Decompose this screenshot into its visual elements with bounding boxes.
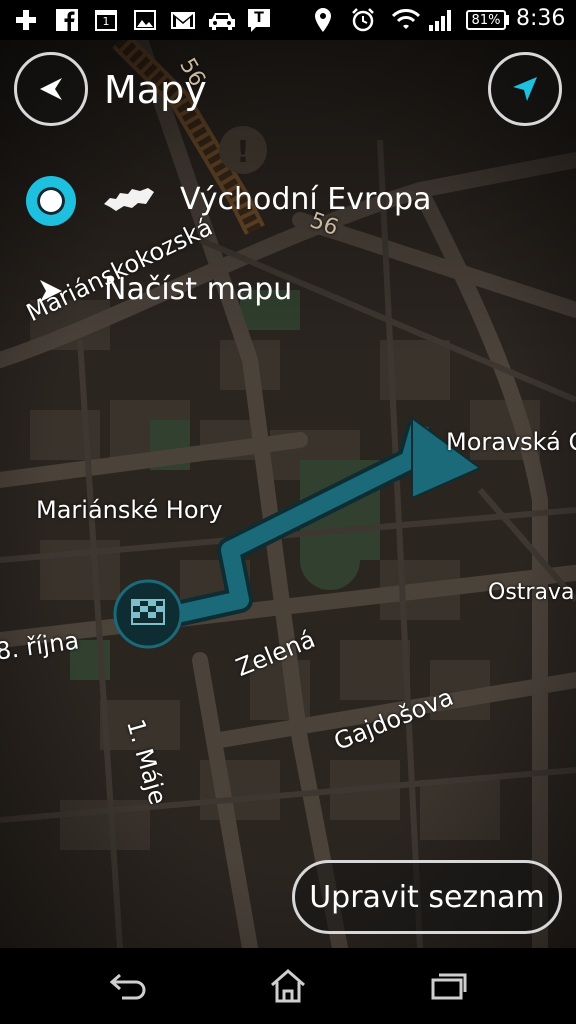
clock: 8:36 bbox=[516, 6, 566, 31]
battery-tip bbox=[506, 15, 509, 25]
tmobile-letter: T bbox=[254, 10, 264, 26]
chevron-right-icon bbox=[40, 280, 62, 302]
signal-icon bbox=[428, 8, 454, 32]
status-bar: 1 T 81% 8:36 bbox=[0, 0, 576, 40]
plus-icon bbox=[14, 8, 38, 32]
battery-level: 81% bbox=[471, 12, 501, 28]
alarm-icon bbox=[350, 8, 376, 32]
load-map-item[interactable]: Načíst mapu bbox=[104, 272, 292, 307]
page-title: Mapy bbox=[104, 68, 207, 112]
facebook-icon bbox=[55, 8, 79, 32]
battery-icon: 81% bbox=[466, 10, 506, 30]
navigation-bar bbox=[0, 948, 576, 1024]
location-icon bbox=[313, 8, 333, 32]
edit-list-label: Upravit seznam bbox=[309, 879, 545, 915]
gmail-icon bbox=[170, 8, 196, 32]
tmobile-icon: T bbox=[246, 8, 272, 32]
edit-list-button[interactable]: Upravit seznam bbox=[292, 860, 562, 934]
radio-dot bbox=[37, 187, 65, 215]
district-label-marianske-hory: Mariánské Hory bbox=[36, 496, 223, 524]
region-map-icon bbox=[104, 188, 154, 211]
home-icon[interactable] bbox=[258, 964, 318, 1008]
back-arrow-icon bbox=[40, 78, 62, 100]
calendar-icon: 1 bbox=[94, 8, 118, 32]
car-icon bbox=[206, 8, 238, 32]
map-canvas: ! bbox=[0, 40, 576, 948]
back-icon[interactable] bbox=[98, 964, 158, 1008]
screen: 1 T 81% 8:36 56 56 Mariánskokozská Mariá… bbox=[0, 0, 576, 1024]
calendar-day: 1 bbox=[102, 15, 110, 28]
map-view[interactable]: ! 56 56 bbox=[0, 40, 576, 948]
navigation-view-button[interactable] bbox=[488, 52, 562, 126]
district-label-moravska: Moravská O bbox=[446, 428, 576, 456]
map-select-radio[interactable] bbox=[26, 176, 76, 226]
back-button[interactable] bbox=[14, 52, 88, 126]
wifi-icon bbox=[392, 8, 420, 32]
recent-apps-icon[interactable] bbox=[418, 964, 478, 1008]
gallery-icon bbox=[133, 8, 157, 32]
district-label-ostrava: Ostrava bbox=[488, 580, 575, 605]
map-item-label[interactable]: Východní Evropa bbox=[180, 182, 431, 217]
navigation-arrow-icon bbox=[513, 77, 537, 101]
